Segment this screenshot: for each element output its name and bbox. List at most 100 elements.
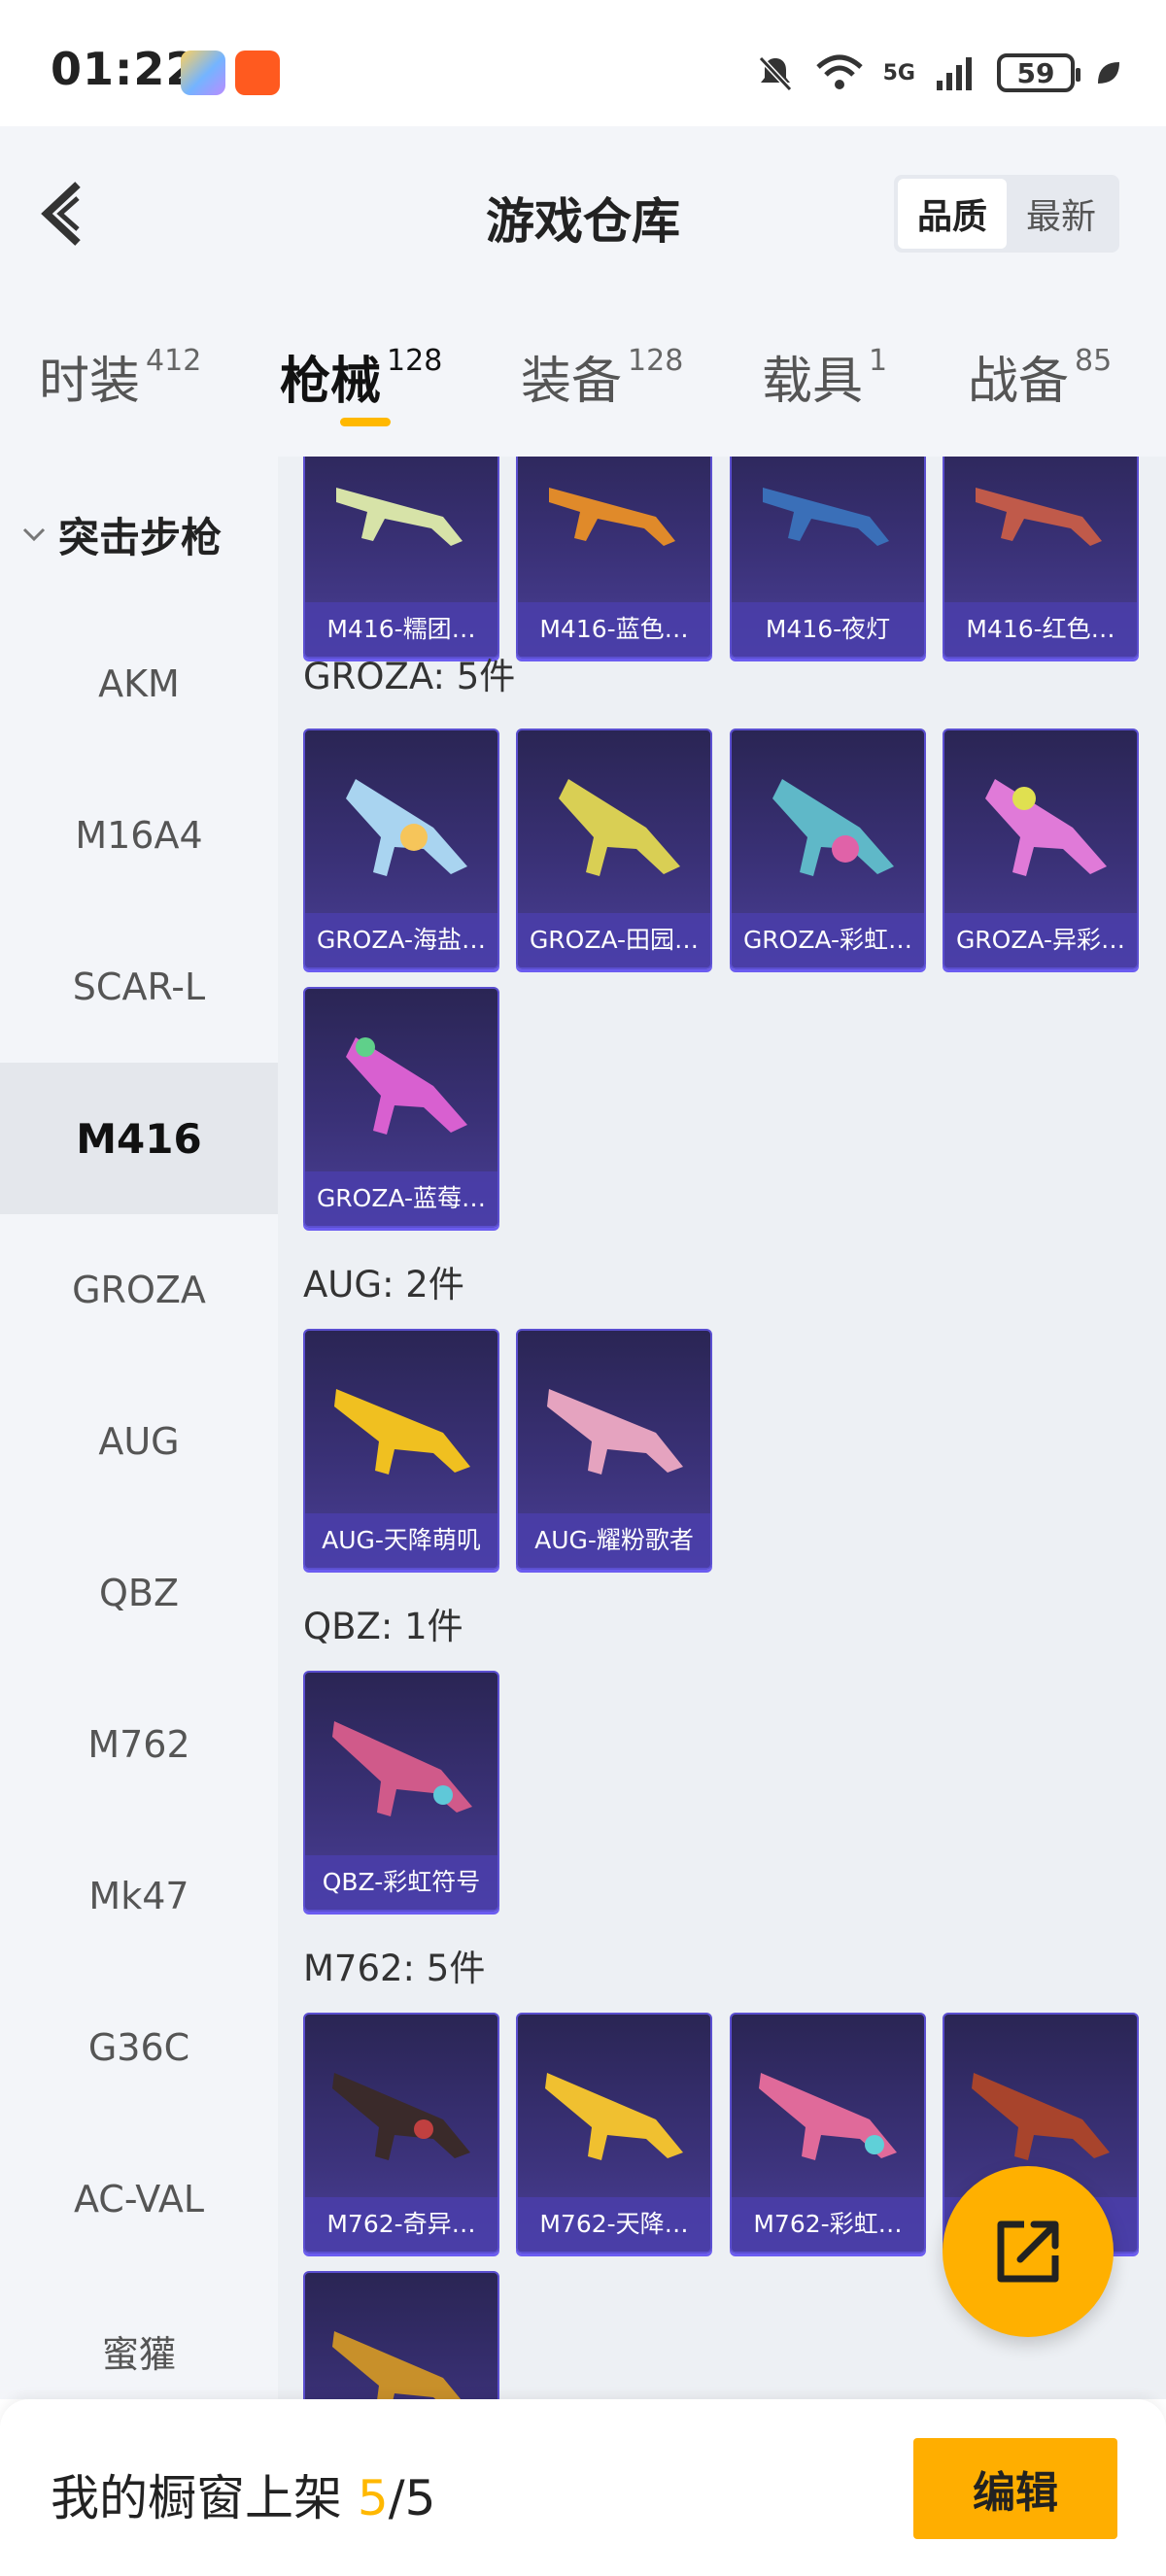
weapon-card-label: GROZA-异彩… xyxy=(944,913,1137,967)
weapon-card[interactable]: GROZA-异彩… xyxy=(943,729,1139,969)
sidebar-item-akm[interactable]: AKM xyxy=(0,608,278,760)
weapon-card-label: M416-红色… xyxy=(944,602,1137,657)
showcase-current-count: 5 xyxy=(357,2470,389,2526)
sidebar-category-label: 突击步枪 xyxy=(58,513,223,561)
rifle-skin-icon xyxy=(334,1389,470,1474)
sidebar-item-ac-val[interactable]: AC-VAL xyxy=(0,2123,278,2275)
weapon-card-label: M416-蓝色… xyxy=(518,602,710,657)
edit-button[interactable]: 编辑 xyxy=(913,2438,1117,2539)
sidebar-item-m416[interactable]: M416 xyxy=(0,1063,278,1214)
weapon-card-label: GROZA-蓝莓… xyxy=(305,1171,497,1226)
sort-latest-button[interactable]: 最新 xyxy=(1007,179,1115,249)
tab-label: 枪械 xyxy=(280,353,382,411)
weapon-card[interactable]: GROZA-蓝莓… xyxy=(303,987,499,1228)
showcase-status: 我的橱窗上架 5/5 xyxy=(51,2459,435,2529)
weapon-card[interactable]: M416-蓝色… xyxy=(516,457,712,659)
weapon-card[interactable]: M762-天降… xyxy=(516,2013,712,2254)
weapon-card-label: QBZ-彩虹符号 xyxy=(305,1855,497,1910)
sidebar-category-assault-rifles[interactable]: 突击步枪 xyxy=(0,457,278,612)
weapon-card[interactable]: AUG-天降萌叽 xyxy=(303,1329,499,1570)
weapon-card-label: AUG-天降萌叽 xyxy=(305,1513,497,1568)
mute-bell-icon xyxy=(758,55,792,92)
tab-vehicles[interactable]: 载具 1 xyxy=(762,340,887,437)
weapon-card-label: GROZA-彩虹… xyxy=(732,913,924,967)
rifle-skin-icon xyxy=(332,2073,470,2160)
weapon-card[interactable]: GROZA-海盐… xyxy=(303,729,499,969)
weapon-card-label: M762-彩虹… xyxy=(732,2197,924,2252)
rifle-skin-icon xyxy=(346,1037,467,1135)
rifle-skin-icon xyxy=(763,488,889,546)
sidebar-item-scar-l[interactable]: SCAR-L xyxy=(0,911,278,1063)
weapon-card-label: M762-天降… xyxy=(518,2197,710,2252)
section-label-m762: M762: 5件 xyxy=(303,1948,486,1989)
weapon-card-label: AUG-耀粉歌者 xyxy=(518,1513,710,1568)
status-icons: 5G 59 xyxy=(755,49,1123,97)
sort-toggle: 品质 最新 xyxy=(894,175,1119,253)
section-label-aug: AUG: 2件 xyxy=(303,1264,464,1305)
tab-label: 装备 xyxy=(521,353,623,411)
rifle-skin-icon xyxy=(985,779,1107,876)
rifle-skin-icon xyxy=(976,488,1102,546)
weapon-card[interactable]: GROZA-田园… xyxy=(516,729,712,969)
tab-count: 85 xyxy=(1075,344,1113,378)
tab-costume[interactable]: 时装 412 xyxy=(39,340,201,437)
weapon-grid: M416-糯团… M416-蓝色… M416-夜灯 M416-红色… GROZA… xyxy=(278,457,1166,2399)
weapon-card-label: M762-奇异… xyxy=(305,2197,497,2252)
external-link-icon xyxy=(997,2220,1059,2283)
weapon-card-label: GROZA-田园… xyxy=(518,913,710,967)
sort-quality-button[interactable]: 品质 xyxy=(898,179,1007,249)
signal-icon xyxy=(937,57,972,90)
weapon-card[interactable]: M416-夜灯 xyxy=(730,457,926,659)
sidebar-item-m16a4[interactable]: M16A4 xyxy=(0,760,278,911)
sidebar-item-m762[interactable]: M762 xyxy=(0,1669,278,1820)
sidebar-item-groza[interactable]: GROZA xyxy=(0,1214,278,1366)
tab-label: 时装 xyxy=(39,353,141,411)
rifle-skin-icon xyxy=(545,2073,683,2160)
bottom-bar: 我的橱窗上架 5/5 编辑 xyxy=(0,2399,1166,2576)
weapon-card[interactable]: GROZA-彩虹… xyxy=(730,729,926,969)
tab-count: 1 xyxy=(869,344,888,378)
rifle-skin-icon xyxy=(547,1389,683,1474)
game-app-icon xyxy=(181,51,225,95)
rifle-skin-icon xyxy=(332,1721,472,1816)
battery-indicator: 59 xyxy=(997,53,1080,92)
sidebar-item-qbz[interactable]: QBZ xyxy=(0,1517,278,1669)
rifle-skin-icon xyxy=(759,2073,897,2160)
sidebar-item-aug[interactable]: AUG xyxy=(0,1366,278,1517)
section-label-qbz: QBZ: 1件 xyxy=(303,1606,463,1647)
network-type: 5G xyxy=(882,60,915,85)
rifle-skin-icon xyxy=(346,779,467,876)
tab-count: 128 xyxy=(628,344,684,378)
tab-label: 战备 xyxy=(968,353,1070,411)
rifle-skin-icon xyxy=(559,779,680,876)
weapon-sidebar: 突击步枪 AKM M16A4 SCAR-L M416 GROZA AUG QBZ… xyxy=(0,457,278,2399)
tab-count: 412 xyxy=(146,344,202,378)
sidebar-item-g36c[interactable]: G36C xyxy=(0,1972,278,2123)
weapon-card[interactable]: M416-红色… xyxy=(943,457,1139,659)
weapon-card[interactable]: M416-糯团… xyxy=(303,457,499,659)
tab-equipment[interactable]: 装备 128 xyxy=(521,340,683,437)
weapon-card[interactable]: M762-彩虹… xyxy=(730,2013,926,2254)
rifle-skin-icon xyxy=(972,2073,1110,2160)
weapon-card-label: M416-夜灯 xyxy=(732,602,924,657)
weapon-card[interactable]: AUG-耀粉歌者 xyxy=(516,1329,712,1570)
status-bar: 01:22 5G 59 xyxy=(0,0,1166,126)
chevron-down-icon xyxy=(22,527,46,542)
sidebar-item-mk47[interactable]: Mk47 xyxy=(0,1820,278,1972)
weapon-card[interactable] xyxy=(303,2271,499,2399)
weapon-card[interactable]: QBZ-彩虹符号 xyxy=(303,1671,499,1912)
tab-combat-gear[interactable]: 战备 85 xyxy=(968,340,1112,437)
category-tabs: 时装 412 枪械 128 装备 128 载具 1 战备 85 xyxy=(0,330,1166,457)
section-label-groza: GROZA: 5件 xyxy=(303,656,516,697)
weapon-card[interactable]: M762-奇异… xyxy=(303,2013,499,2254)
active-tab-indicator xyxy=(340,418,391,426)
showcase-prefix: 我的橱窗上架 xyxy=(51,2470,358,2526)
status-time: 01:22 xyxy=(51,43,198,95)
tab-label: 载具 xyxy=(762,353,864,411)
rifle-skin-icon xyxy=(549,488,675,546)
share-button[interactable] xyxy=(943,2166,1114,2337)
rifle-skin-icon xyxy=(772,779,894,876)
tab-count: 128 xyxy=(387,344,443,378)
weapon-card-label: GROZA-海盐… xyxy=(305,913,497,967)
showcase-total-count: /5 xyxy=(388,2470,436,2526)
